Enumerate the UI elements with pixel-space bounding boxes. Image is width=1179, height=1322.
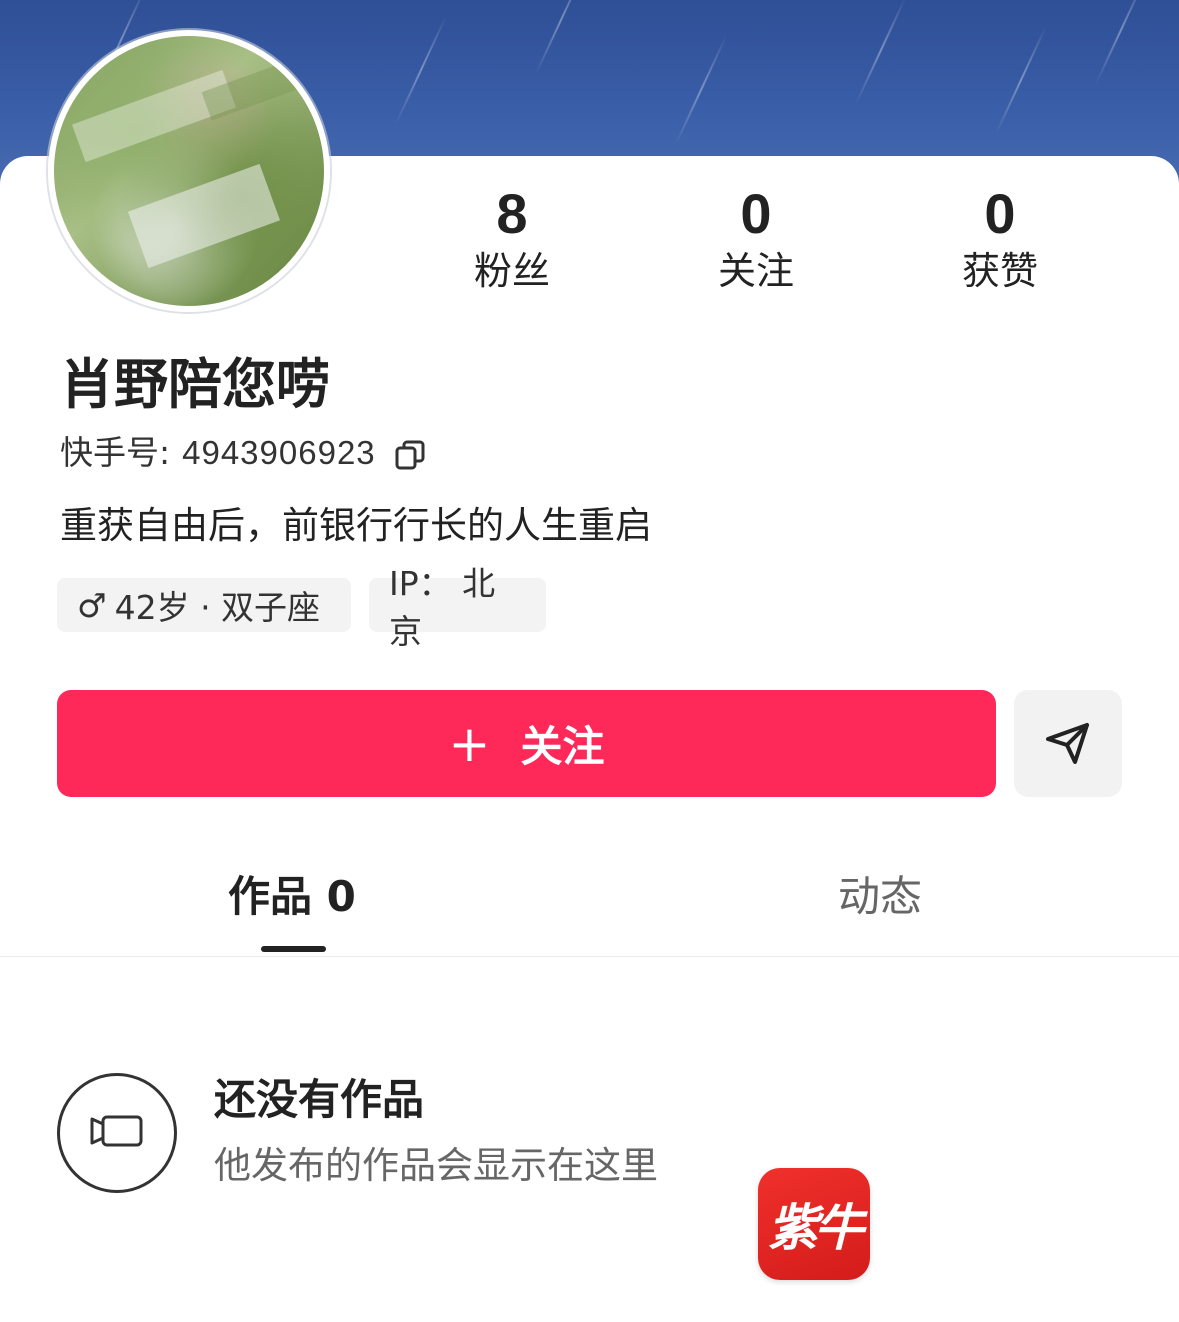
kuaishou-id-label: 快手号: <box>60 433 171 472</box>
follow-button-label: 关注 <box>520 722 605 771</box>
video-camera-icon <box>89 1114 145 1152</box>
stat-following[interactable]: 0 关注 <box>676 183 836 297</box>
ziniu-logo-text: 紫牛 <box>768 1198 864 1257</box>
empty-state-subtitle: 他发布的作品会显示在这里 <box>214 1144 658 1187</box>
plus-icon: + <box>448 714 491 773</box>
ziniu-logo: 紫牛 <box>758 1168 870 1280</box>
followers-count: 8 <box>496 182 528 245</box>
age-sign-text: 42岁 · 双子座 <box>114 588 321 627</box>
follow-button[interactable]: + 关注 <box>57 690 996 797</box>
active-tab-indicator <box>261 946 326 952</box>
age-sign-tag: ♂ 42岁 · 双子座 <box>57 578 351 632</box>
likes-count: 0 <box>984 182 1016 245</box>
ip-tag: IP： 北京 <box>369 564 546 651</box>
male-icon: ♂ <box>77 585 107 625</box>
kuaishou-id-row: 快手号: 4943906923 <box>60 430 426 476</box>
send-icon <box>1043 717 1093 771</box>
send-message-button[interactable] <box>1014 690 1122 797</box>
stat-followers[interactable]: 8 粉丝 <box>432 183 592 297</box>
tab-works[interactable]: 作品 0 <box>228 868 356 926</box>
empty-state-title: 还没有作品 <box>214 1075 425 1124</box>
kuaishou-id-value: 4943906923 <box>182 434 376 471</box>
following-count: 0 <box>740 182 772 245</box>
profile-bio: 重获自由后，前银行行长的人生重启 <box>60 504 652 547</box>
avatar[interactable] <box>48 30 330 312</box>
likes-label: 获赞 <box>961 249 1038 293</box>
followers-label: 粉丝 <box>473 249 550 293</box>
stat-likes[interactable]: 0 获赞 <box>920 183 1080 297</box>
profile-name: 肖野陪您唠 <box>60 353 330 416</box>
ip-text: IP： 北京 <box>389 564 496 651</box>
tab-divider <box>0 956 1179 957</box>
empty-state-icon-circle <box>57 1073 177 1193</box>
copy-icon[interactable] <box>394 437 426 470</box>
following-label: 关注 <box>717 249 794 293</box>
tab-moments[interactable]: 动态 <box>838 868 922 926</box>
